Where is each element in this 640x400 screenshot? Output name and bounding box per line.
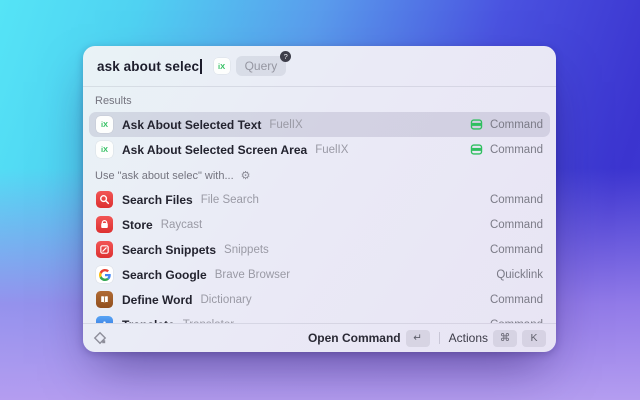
translator-icon: A <box>96 316 113 323</box>
open-command-label: Open Command <box>307 331 401 345</box>
row-title: Define Word <box>122 292 193 307</box>
list-item-ask-about-selected-text[interactable]: iX Ask About Selected Text FuelIX Comman… <box>89 112 550 137</box>
list-item-search-files[interactable]: Search Files File Search Command <box>89 187 550 212</box>
search-bar[interactable]: ask about selec iX Query ? <box>83 46 556 87</box>
row-subtitle: FuelIX <box>315 143 349 156</box>
raycast-logo-icon <box>93 331 107 345</box>
action-bar: Open Command ↵ Actions ⌘ K <box>83 323 556 352</box>
row-accessory-label: Command <box>489 193 543 206</box>
row-accessory-label: Command <box>489 293 543 306</box>
row-title: Search Files <box>122 192 193 207</box>
list-item-search-snippets[interactable]: Search Snippets Snippets Command <box>89 237 550 262</box>
fuelix-icon: iX <box>213 58 230 74</box>
snippets-icon <box>96 241 113 258</box>
launcher-window: ask about selec iX Query ? Results iX As… <box>83 46 556 352</box>
row-accessory-label: Quicklink <box>496 268 543 281</box>
results-list[interactable]: Results iX Ask About Selected Text FuelI… <box>83 87 556 323</box>
row-title: Store <box>122 217 153 232</box>
google-icon <box>96 266 113 283</box>
row-title: Search Google <box>122 267 207 282</box>
section-title: Results <box>95 95 132 107</box>
file-search-icon <box>96 191 113 208</box>
row-subtitle: Snippets <box>224 243 269 256</box>
row-accessory-label: Command <box>489 243 543 256</box>
k-key-icon: K <box>522 329 546 347</box>
list-item-search-google[interactable]: Search Google Brave Browser Quicklink <box>89 262 550 287</box>
row-subtitle: Brave Browser <box>214 268 291 281</box>
help-badge[interactable]: ? <box>280 51 292 62</box>
row-accessory-label: Command <box>489 143 543 156</box>
section-header-results: Results <box>89 87 550 112</box>
row-subtitle: FuelIX <box>269 118 303 131</box>
section-header-use-with: Use "ask about selec" with... ⚙ <box>89 162 550 187</box>
section-title: Use "ask about selec" with... <box>95 170 234 182</box>
open-command-button[interactable]: Open Command ↵ <box>307 329 430 347</box>
store-icon <box>96 216 113 233</box>
list-item-store[interactable]: Store Raycast Command <box>89 212 550 237</box>
row-subtitle: Raycast <box>160 218 203 231</box>
fuelix-icon: iX <box>96 141 113 158</box>
command-accessory-icon <box>470 118 483 131</box>
row-subtitle: Dictionary <box>200 293 252 306</box>
query-argument-field[interactable]: Query ? <box>235 51 292 76</box>
query-placeholder: Query <box>244 59 278 73</box>
row-accessory-label: Command <box>489 218 543 231</box>
text-cursor <box>200 58 202 74</box>
row-title: Ask About Selected Text <box>122 117 262 132</box>
row-subtitle: File Search <box>200 193 259 206</box>
return-key-icon: ↵ <box>405 329 430 347</box>
row-title: Search Snippets <box>122 242 217 257</box>
cmd-key-icon: ⌘ <box>493 329 517 347</box>
search-input[interactable]: ask about selec <box>97 59 199 74</box>
actions-button[interactable]: Actions ⌘ K <box>448 329 546 347</box>
command-accessory-icon <box>470 143 483 156</box>
dictionary-icon <box>96 291 113 308</box>
actions-label: Actions <box>448 331 488 345</box>
footer-divider <box>438 332 440 344</box>
list-item-ask-about-selected-screen-area[interactable]: iX Ask About Selected Screen Area FuelIX… <box>89 137 550 162</box>
row-title: Ask About Selected Screen Area <box>122 142 308 157</box>
gear-icon[interactable]: ⚙ <box>241 170 251 182</box>
list-item-define-word[interactable]: Define Word Dictionary Command <box>89 287 550 312</box>
list-item-translate[interactable]: A Translate Translator Command <box>89 312 550 323</box>
fuelix-icon: iX <box>96 116 113 133</box>
row-accessory-label: Command <box>489 118 543 131</box>
